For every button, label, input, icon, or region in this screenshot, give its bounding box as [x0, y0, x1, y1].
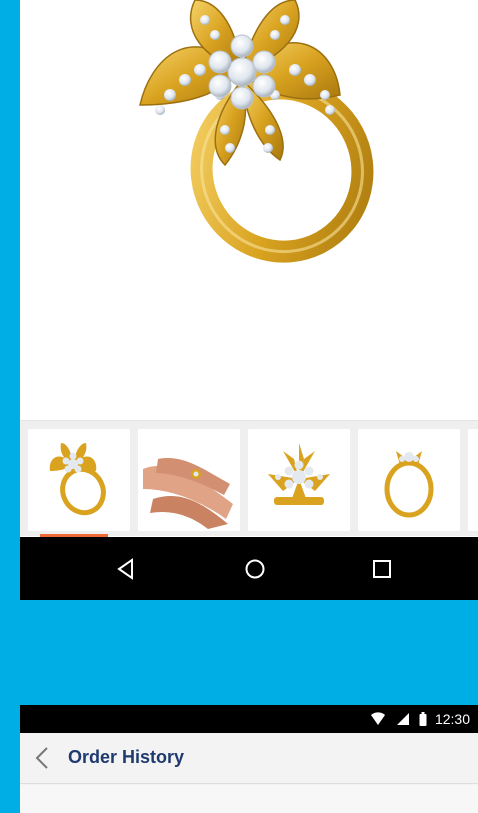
flower-diamond-ring-image [139, 0, 374, 263]
thumbnail-2[interactable] [138, 429, 240, 531]
square-recents-icon [373, 560, 391, 578]
signal-icon [397, 713, 409, 725]
triangle-back-icon [117, 558, 133, 580]
chevron-left-icon [35, 747, 48, 769]
product-detail-screen [20, 0, 478, 600]
nav-back-button[interactable] [110, 555, 142, 583]
circle-home-icon [245, 559, 265, 579]
thumbnail-1[interactable] [28, 429, 130, 531]
back-button[interactable] [32, 745, 54, 771]
status-bar: 12:30 [20, 705, 478, 733]
thumbnail-5-partial[interactable] [468, 429, 478, 531]
order-list-area [20, 785, 478, 813]
flower-ring-angle-view [49, 443, 106, 516]
status-time: 12:30 [434, 711, 470, 727]
nav-home-button[interactable] [239, 555, 271, 583]
android-navigation-bar [20, 537, 478, 600]
order-history-screen: 12:30 Order History [20, 705, 478, 813]
thumbnail-3[interactable] [248, 429, 350, 531]
ring-top-view [268, 443, 330, 505]
app-header: Order History [20, 733, 478, 784]
ring-side-view [384, 451, 434, 518]
thumbnail-strip[interactable] [20, 420, 478, 536]
page-title: Order History [68, 747, 185, 767]
ring-on-hand-view [143, 458, 233, 529]
wifi-icon [371, 712, 385, 725]
product-image-area[interactable] [20, 0, 478, 395]
thumbnail-4[interactable] [358, 429, 460, 531]
nav-recents-button[interactable] [366, 555, 398, 583]
battery-icon [419, 712, 427, 726]
